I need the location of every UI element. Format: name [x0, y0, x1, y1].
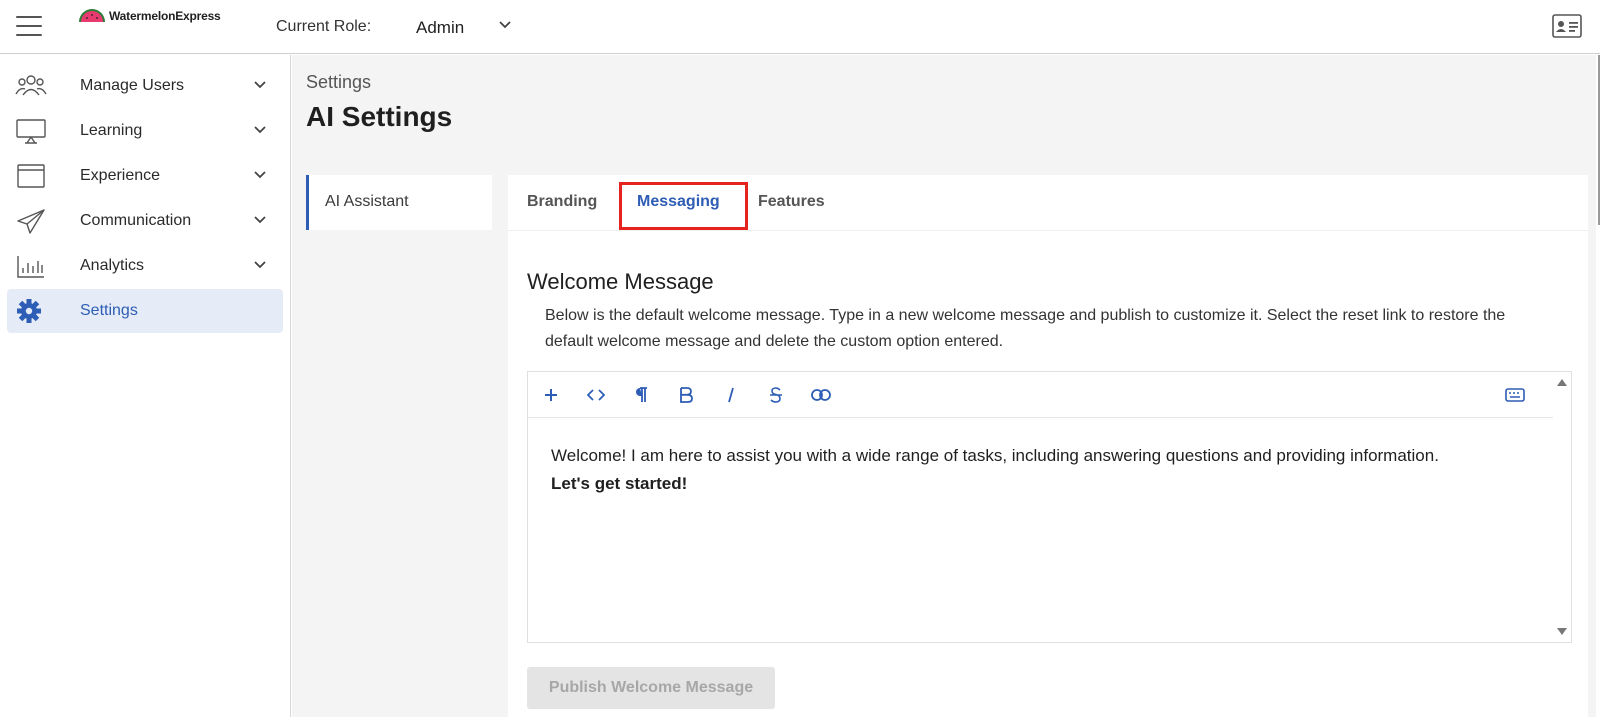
paper-plane-icon	[17, 209, 45, 234]
sidebar-item-learning[interactable]: Learning	[7, 109, 283, 153]
hamburger-menu-icon[interactable]	[16, 16, 42, 38]
monitor-icon	[16, 119, 46, 144]
sidebar-item-analytics[interactable]: Analytics	[7, 244, 283, 288]
sidebar-item-experience[interactable]: Experience	[7, 154, 283, 198]
sidebar-item-label: Communication	[80, 212, 192, 229]
chevron-down-icon[interactable]	[253, 80, 267, 90]
code-icon[interactable]	[585, 385, 607, 405]
plus-icon[interactable]	[540, 385, 562, 405]
tab-bar: Branding Messaging Features	[508, 175, 1588, 231]
editor-toolbar	[528, 372, 1553, 418]
users-icon	[15, 75, 47, 96]
chevron-down-icon[interactable]	[253, 170, 267, 180]
bar-chart-icon	[17, 256, 44, 278]
chevron-down-icon[interactable]	[498, 20, 512, 30]
italic-icon[interactable]	[720, 385, 742, 405]
section-title: Welcome Message	[527, 269, 714, 294]
chevron-down-icon[interactable]	[253, 260, 267, 270]
brand-logo[interactable]: WatermelonExpress	[78, 9, 221, 23]
scroll-down-icon	[1557, 628, 1567, 635]
welcome-message-bold-text: Let's get started!	[551, 474, 688, 493]
page-title: AI Settings	[306, 101, 453, 132]
profile-card-icon[interactable]	[1552, 14, 1582, 38]
sidebar-item-communication[interactable]: Communication	[7, 199, 283, 243]
highlight-box	[619, 182, 748, 230]
current-role-value[interactable]: Admin	[416, 18, 464, 38]
sidebar-item-label: Manage Users	[80, 77, 185, 94]
sidebar-item-settings[interactable]: Settings	[7, 289, 283, 333]
subnav-item-label: AI Assistant	[325, 193, 409, 210]
link-icon[interactable]	[810, 385, 832, 405]
gear-icon	[17, 299, 41, 323]
sidebar-item-label: Learning	[80, 122, 143, 139]
sidebar: Manage Users Learning Experience Communi…	[0, 55, 291, 717]
sidebar-item-label: Experience	[80, 167, 161, 184]
keyboard-icon[interactable]	[1504, 385, 1526, 405]
current-role-label: Current Role:	[276, 18, 372, 35]
main-content: Settings AI Settings AI Assistant Brandi…	[292, 55, 1596, 717]
welcome-message-text: Welcome! I am here to assist you with a …	[551, 446, 1439, 465]
strikethrough-icon[interactable]	[765, 385, 787, 405]
tab-features[interactable]: Features	[758, 193, 825, 211]
sidebar-item-label: Settings	[80, 302, 138, 319]
sidebar-item-label: Analytics	[80, 257, 145, 274]
chevron-down-icon[interactable]	[253, 125, 267, 135]
subnav-item-ai-assistant[interactable]: AI Assistant	[306, 175, 492, 230]
chevron-down-icon[interactable]	[253, 215, 267, 225]
settings-panel: Branding Messaging Features Welcome Mess…	[508, 175, 1588, 717]
publish-welcome-message-button[interactable]: Publish Welcome Message	[527, 667, 775, 709]
scroll-up-icon	[1557, 379, 1567, 386]
rich-text-editor[interactable]: Welcome! I am here to assist you with a …	[527, 371, 1572, 643]
breadcrumb[interactable]: Settings	[306, 72, 371, 93]
sidebar-item-manage-users[interactable]: Manage Users	[7, 64, 283, 108]
editor-scrollbar[interactable]	[1553, 372, 1571, 642]
bold-icon[interactable]	[675, 385, 697, 405]
top-bar: WatermelonExpress Current Role: Admin	[0, 0, 1600, 54]
section-description: Below is the default welcome message. Ty…	[545, 307, 1506, 350]
brand-name: WatermelonExpress	[109, 9, 221, 23]
watermelon-logo-icon	[79, 9, 105, 22]
paragraph-icon[interactable]	[630, 385, 652, 405]
browser-window-icon	[17, 164, 45, 188]
editor-content[interactable]: Welcome! I am here to assist you with a …	[551, 442, 1541, 498]
tab-branding[interactable]: Branding	[527, 193, 597, 211]
